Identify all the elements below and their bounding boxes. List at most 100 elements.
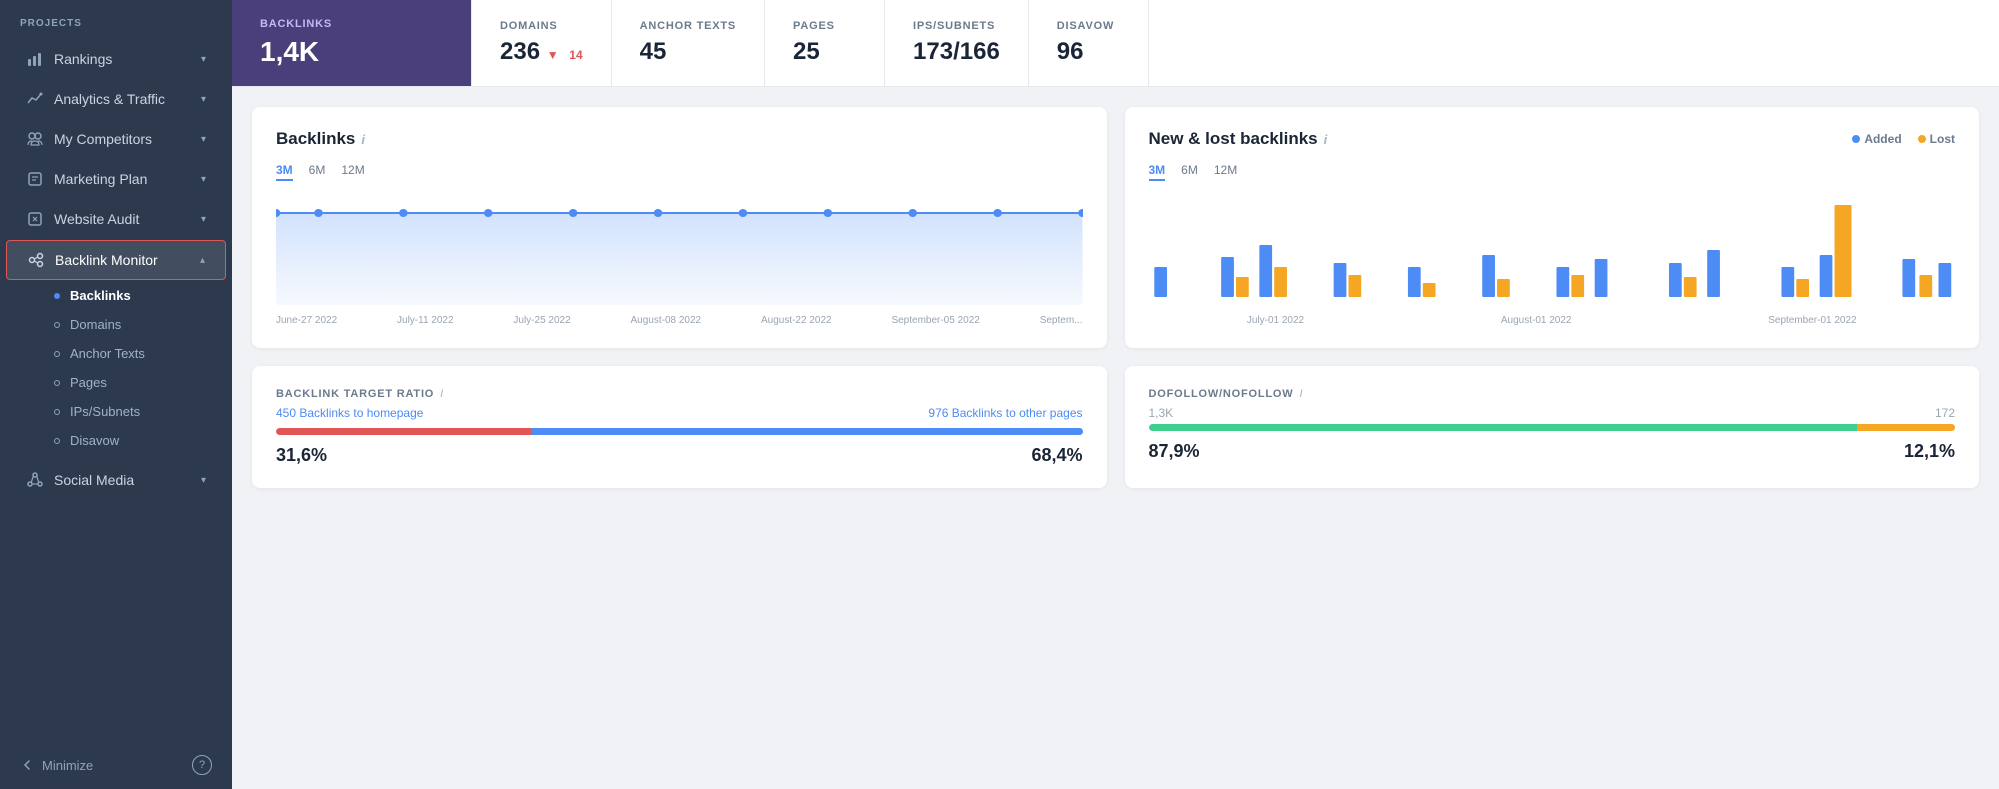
- anchor-texts-dot: [54, 351, 60, 357]
- sidebar-sub-menu: Backlinks Domains Anchor Texts Pages IPs…: [0, 281, 232, 455]
- analytics-icon: [26, 90, 44, 108]
- anchor-texts-sub-label: Anchor Texts: [70, 346, 145, 361]
- sidebar-item-backlink-monitor[interactable]: Backlink Monitor ▴: [6, 240, 226, 280]
- backlinks-label: BACKLINKS: [260, 18, 443, 30]
- sidebar-sub-anchor-texts[interactable]: Anchor Texts: [54, 339, 226, 368]
- sidebar-item-marketing[interactable]: Marketing Plan ▾: [6, 160, 226, 198]
- analytics-label: Analytics & Traffic: [54, 91, 201, 107]
- new-lost-tab-6m[interactable]: 6M: [1181, 163, 1198, 181]
- sidebar-projects-label: PROJECTS: [0, 0, 232, 39]
- dofollow-count-labels: 1,3K 172: [1149, 406, 1956, 420]
- disavow-stat-value: 96: [1057, 38, 1120, 66]
- marketing-chevron: ▾: [201, 174, 206, 185]
- stat-disavow: DISAVOW 96: [1029, 0, 1149, 86]
- sidebar-minimize[interactable]: Minimize ?: [0, 741, 232, 789]
- competitors-label: My Competitors: [54, 131, 201, 147]
- domains-arrow: ▼: [547, 48, 559, 62]
- domains-sub-label: Domains: [70, 317, 121, 332]
- sidebar-item-social-media[interactable]: Social Media ▾: [6, 461, 226, 499]
- new-lost-tab-3m[interactable]: 3M: [1149, 163, 1166, 181]
- new-lost-tab-12m[interactable]: 12M: [1214, 163, 1237, 181]
- charts-area: Backlinks i 3M 6M 12M: [232, 87, 1999, 508]
- new-lost-x-labels: July-01 2022 August-01 2022 September-01…: [1149, 315, 1956, 326]
- stat-anchor-texts: ANCHOR TEXTS 45: [612, 0, 765, 86]
- ips-subnets-sub-label: IPs/Subnets: [70, 404, 140, 419]
- backlink-monitor-label: Backlink Monitor: [55, 252, 200, 268]
- rankings-label: Rankings: [54, 51, 201, 67]
- backlink-ratio-card: BACKLINK TARGET RATIO i 450 Backlinks to…: [252, 366, 1107, 488]
- backlink-ratio-info[interactable]: i: [440, 388, 444, 400]
- pages-stat-value: 25: [793, 38, 856, 66]
- dofollow-ratio-values: 87,9% 12,1%: [1149, 441, 1956, 462]
- disavow-dot: [54, 438, 60, 444]
- domains-dot: [54, 322, 60, 328]
- new-lost-info-icon[interactable]: i: [1324, 132, 1328, 147]
- backlink-ratio-values: 31,6% 68,4%: [276, 445, 1083, 466]
- ratio-bar-orange: [1857, 424, 1955, 431]
- domains-stat-label: DOMAINS: [500, 20, 583, 32]
- minimize-label: Minimize: [42, 758, 93, 773]
- website-audit-icon: [26, 210, 44, 228]
- sidebar-sub-domains[interactable]: Domains: [54, 310, 226, 339]
- social-media-label: Social Media: [54, 472, 201, 488]
- backlinks-chart-title: Backlinks i: [276, 129, 1083, 149]
- analytics-chevron: ▾: [201, 94, 206, 105]
- new-lost-chart-card: New & lost backlinks i Added Lost 3M 6M …: [1125, 107, 1980, 348]
- backlink-monitor-icon: [27, 251, 45, 269]
- stat-backlinks: BACKLINKS 1,4K: [232, 0, 472, 86]
- stat-pages: PAGES 25: [765, 0, 885, 86]
- disavow-stat-label: DISAVOW: [1057, 20, 1120, 32]
- rankings-icon: [26, 50, 44, 68]
- backlinks-value: 1,4K: [260, 36, 443, 68]
- new-lost-time-tabs: 3M 6M 12M: [1149, 163, 1956, 181]
- main-content: BACKLINKS 1,4K DOMAINS 236 ▼ 14 ANCHOR T…: [232, 0, 1999, 789]
- stat-domains: DOMAINS 236 ▼ 14: [472, 0, 612, 86]
- pages-dot: [54, 380, 60, 386]
- ips-subnets-stat-value: 173/166: [913, 38, 1000, 66]
- anchor-texts-stat-value: 45: [640, 38, 736, 66]
- pages-sub-label: Pages: [70, 375, 107, 390]
- chart-legend: Added Lost: [1852, 132, 1955, 146]
- backlink-ratio-bar: [276, 428, 1083, 435]
- website-audit-chevron: ▾: [201, 214, 206, 225]
- backlinks-info-icon[interactable]: i: [361, 132, 365, 147]
- sidebar-item-rankings[interactable]: Rankings ▾: [6, 40, 226, 78]
- sidebar-item-analytics[interactable]: Analytics & Traffic ▾: [6, 80, 226, 118]
- dofollow-ratio-title: DOFOLLOW/NOFOLLOW i: [1149, 388, 1956, 400]
- dofollow-info[interactable]: i: [1299, 388, 1303, 400]
- stats-bar: BACKLINKS 1,4K DOMAINS 236 ▼ 14 ANCHOR T…: [232, 0, 1999, 87]
- domains-badge: 14: [569, 48, 582, 62]
- backlinks-chart-svg: [276, 195, 1083, 305]
- help-icon[interactable]: ?: [192, 755, 212, 775]
- backlinks-tab-6m[interactable]: 6M: [309, 163, 326, 181]
- sidebar-sub-disavow[interactable]: Disavow: [54, 426, 226, 455]
- backlinks-sub-label: Backlinks: [70, 288, 131, 303]
- marketing-label: Marketing Plan: [54, 171, 201, 187]
- sidebar-sub-pages[interactable]: Pages: [54, 368, 226, 397]
- backlinks-x-labels: June-27 2022 July-11 2022 July-25 2022 A…: [276, 315, 1083, 326]
- new-lost-chart-title: New & lost backlinks i Added Lost: [1149, 129, 1956, 149]
- website-audit-label: Website Audit: [54, 211, 201, 227]
- anchor-texts-stat-label: ANCHOR TEXTS: [640, 20, 736, 32]
- ips-subnets-stat-label: IPS/SUBNETS: [913, 20, 1000, 32]
- domains-stat-value: 236 ▼ 14: [500, 38, 583, 66]
- sidebar-item-website-audit[interactable]: Website Audit ▾: [6, 200, 226, 238]
- sidebar-item-competitors[interactable]: My Competitors ▾: [6, 120, 226, 158]
- sidebar-sub-ips-subnets[interactable]: IPs/Subnets: [54, 397, 226, 426]
- ips-subnets-dot: [54, 409, 60, 415]
- ratio-bar-blue: [531, 428, 1083, 435]
- sidebar-sub-backlinks[interactable]: Backlinks: [54, 281, 226, 310]
- backlinks-dot: [54, 293, 60, 299]
- dofollow-ratio-bar: [1149, 424, 1956, 431]
- backlink-monitor-chevron: ▴: [200, 255, 205, 266]
- backlink-ratio-title: BACKLINK TARGET RATIO i: [276, 388, 1083, 400]
- marketing-icon: [26, 170, 44, 188]
- backlinks-tab-3m[interactable]: 3M: [276, 163, 293, 181]
- social-media-icon: [26, 471, 44, 489]
- disavow-sub-label: Disavow: [70, 433, 119, 448]
- backlinks-chart-card: Backlinks i 3M 6M 12M: [252, 107, 1107, 348]
- ratio-bar-green: [1149, 424, 1858, 431]
- sidebar: PROJECTS Rankings ▾ Analytics & Traffic …: [0, 0, 232, 789]
- backlinks-tab-12m[interactable]: 12M: [341, 163, 364, 181]
- social-media-chevron: ▾: [201, 475, 206, 486]
